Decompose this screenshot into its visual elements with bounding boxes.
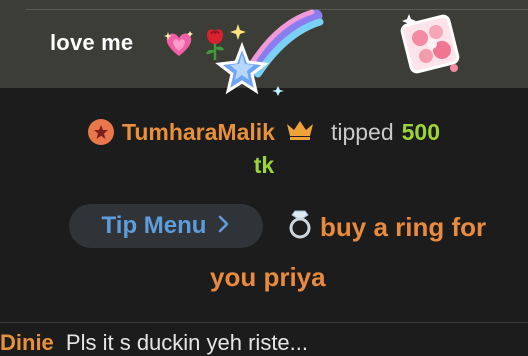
ring-icon — [286, 209, 314, 246]
divider — [0, 322, 528, 323]
previous-message-panel: love me — [0, 0, 528, 96]
tip-action: tipped — [330, 118, 394, 145]
next-message-text: Pls it s duckin yeh riste... — [65, 330, 309, 355]
star-badge-icon — [88, 119, 114, 145]
flower-gift-sticker — [400, 14, 460, 74]
message-text: love me — [50, 30, 134, 55]
tip-menu-item-text-continued: you priya — [210, 262, 326, 292]
crown-icon — [285, 118, 315, 146]
next-message-username[interactable]: Dinie — [0, 330, 54, 355]
next-chat-message: Dinie Pls it s duckin yeh riste... — [0, 330, 308, 356]
tip-menu-label: Tip Menu — [101, 212, 207, 239]
tip-unit: tk — [253, 152, 275, 178]
shooting-star-sticker — [215, 9, 324, 96]
tip-amount: 500 — [401, 118, 440, 145]
tip-menu-item: buy a ring for — [286, 210, 486, 244]
tip-menu-item-text: buy a ring for — [320, 211, 487, 242]
tipper-username[interactable]: TumharaMalik — [122, 119, 275, 146]
tip-menu-button[interactable]: Tip Menu — [69, 204, 263, 248]
tip-notification: TumharaMalik tipped 500 — [0, 115, 528, 149]
chevron-right-icon — [218, 212, 230, 240]
sparkling-heart-icon — [164, 31, 193, 56]
